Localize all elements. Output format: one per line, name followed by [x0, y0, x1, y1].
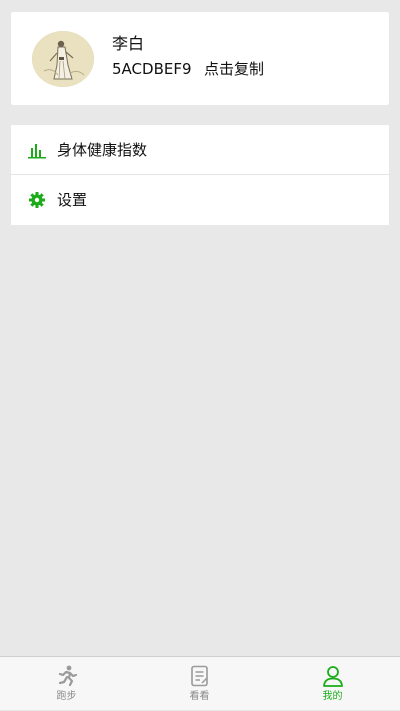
menu-item-label: 身体健康指数 [57, 141, 148, 159]
bar-chart-icon [28, 141, 46, 159]
copy-id-link[interactable]: 点击复制 [204, 59, 264, 79]
person-icon [321, 664, 345, 688]
menu-item-health-index[interactable]: 身体健康指数 [11, 125, 389, 175]
note-icon [188, 664, 212, 688]
menu-item-label: 设置 [57, 191, 88, 209]
user-id: 5ACDBEF9 [112, 60, 192, 78]
profile-card: 李白 5ACDBEF9 点击复制 [11, 12, 389, 105]
menu-card: 身体健康指数 设置 [11, 125, 389, 225]
running-icon [55, 664, 79, 688]
tab-label: 看看 [189, 691, 210, 702]
gear-icon [28, 191, 46, 209]
menu-item-settings[interactable]: 设置 [11, 175, 389, 225]
user-name: 李白 [112, 34, 145, 53]
tab-label: 跑步 [56, 691, 77, 702]
avatar-portrait-image [32, 31, 94, 87]
tab-mine[interactable]: 我的 [266, 657, 400, 711]
tab-look[interactable]: 看看 [133, 657, 266, 711]
avatar[interactable] [32, 31, 94, 87]
tab-label: 我的 [322, 691, 343, 702]
tab-bar: 跑步 看看 我的 [0, 656, 400, 710]
tab-running[interactable]: 跑步 [0, 657, 133, 711]
